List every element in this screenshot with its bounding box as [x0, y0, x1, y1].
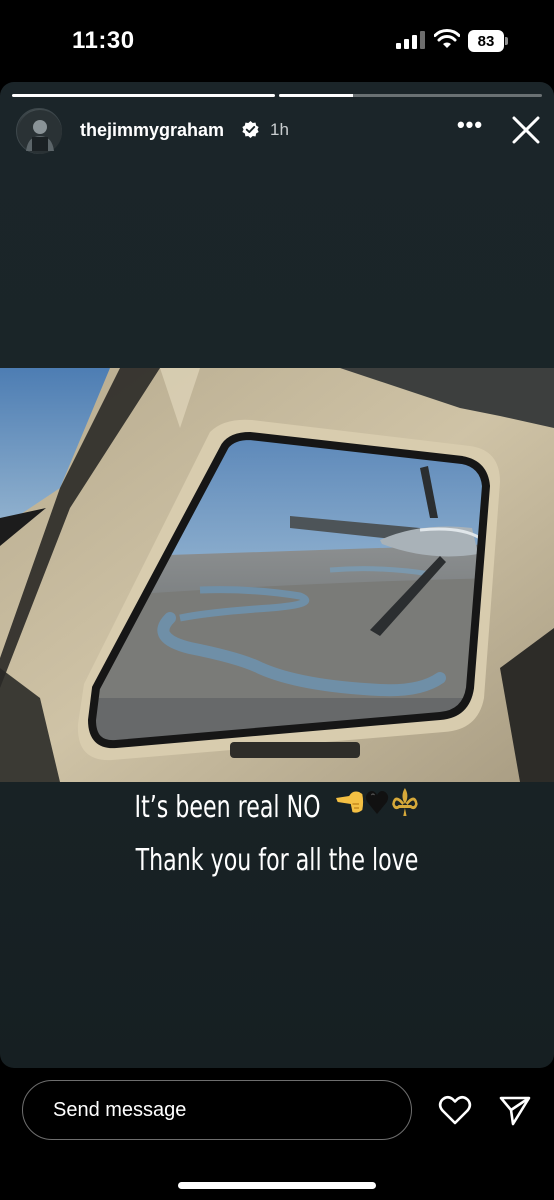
- progress-segment: [12, 94, 275, 97]
- avatar[interactable]: [16, 108, 62, 154]
- caption-line-2: Thank you for all the love: [135, 842, 419, 878]
- status-bar: 11:30 83: [0, 0, 554, 82]
- hand-pointing-left-icon: [335, 791, 363, 813]
- send-share-icon[interactable]: [498, 1094, 532, 1126]
- phone-screen: 11:30 83 thejimmygraham 1h ••• It’s been…: [0, 0, 554, 1200]
- story-progress: [12, 94, 542, 97]
- profile-photo-icon: [18, 110, 62, 154]
- reply-bar: [0, 1068, 554, 1200]
- story-viewer[interactable]: thejimmygraham 1h ••• It’s been real NO …: [0, 82, 554, 1068]
- post-time: 1h: [270, 120, 289, 139]
- fleur-de-lis-icon: [391, 787, 418, 816]
- more-options-button[interactable]: •••: [456, 114, 484, 142]
- caption-line-1: It’s been real NO: [134, 790, 321, 825]
- heart-icon[interactable]: [438, 1094, 472, 1126]
- close-icon[interactable]: [510, 114, 542, 146]
- emoji-group: [334, 783, 419, 835]
- progress-segment: [279, 94, 542, 97]
- black-heart-icon: [365, 790, 388, 814]
- username[interactable]: thejimmygraham: [80, 120, 224, 141]
- cellular-signal-icon: [396, 31, 425, 49]
- story-caption: It’s been real NO Thank you for all the …: [50, 782, 504, 887]
- home-indicator[interactable]: [178, 1182, 376, 1189]
- airplane-window-image: [0, 368, 554, 782]
- battery-icon: 83: [468, 30, 508, 52]
- battery-level: 83: [468, 30, 504, 52]
- wifi-icon: [434, 29, 460, 48]
- story-photo: [0, 368, 554, 782]
- send-message-input[interactable]: [22, 1080, 412, 1140]
- verified-badge-icon: [242, 121, 259, 138]
- clock: 11:30: [72, 27, 135, 54]
- story-header: thejimmygraham 1h •••: [16, 108, 542, 154]
